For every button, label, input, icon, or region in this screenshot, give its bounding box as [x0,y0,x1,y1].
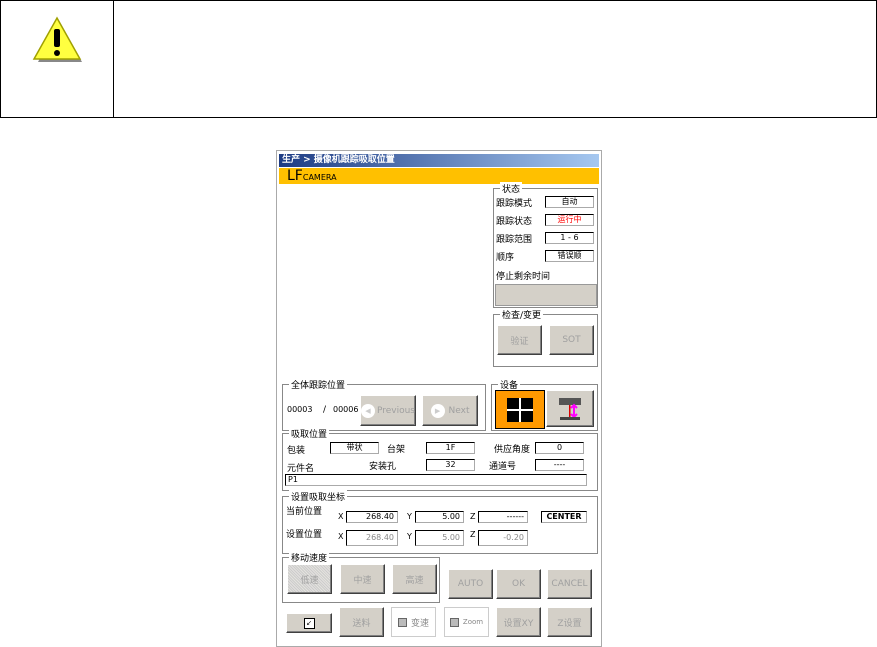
previous-label: Previous [376,405,415,416]
coords-legend: 设置吸取坐标 [289,490,348,503]
divider [113,1,114,117]
tracking-mode: 自动 [545,196,594,208]
label: 包装 [287,446,306,456]
label: 当前位置 [286,507,323,517]
previous-button[interactable]: ◀ Previous [360,395,416,426]
label: Z [470,512,476,521]
set-x[interactable]: 268.40 [346,530,398,546]
separator: / [323,405,327,415]
label: 跟踪状态 [496,217,533,227]
current-z: ------ [478,511,528,523]
coords-group: 设置吸取坐标 当前位置 X 268.40 Y 5.00 Z ------ CEN… [282,490,598,554]
next-button[interactable]: ▶ Next [422,395,478,426]
auto-button[interactable]: AUTO [448,569,493,599]
zoom-label: Zoom [462,618,484,626]
set-xy-button[interactable]: 设置XY [496,607,541,637]
tracking-status: 运行中 [545,214,594,226]
sot-button[interactable]: SOT [549,325,594,355]
label: 通道号 [489,462,517,472]
remaining-time [495,284,597,306]
label: X [338,532,344,541]
next-label: Next [448,405,470,416]
center-field: CENTER [541,511,587,523]
order: 错误顺 [545,250,594,262]
zoom-toggle[interactable]: Zoom [444,607,489,637]
check-legend: 检查/变更 [500,308,544,321]
camera-view-button[interactable] [495,390,545,429]
current-index: 00003 [287,405,313,414]
pickup-group: 吸取位置 包装 带状 台架 1F 供应角度 0 元件名 安装孔 32 通道号 -… [282,427,598,491]
camera-name: LF [287,168,303,184]
label: 台架 [387,445,406,455]
label: 供应角度 [494,445,531,455]
label: 安装孔 [369,462,397,472]
label: Z [470,530,476,539]
current-x: 268.40 [346,511,398,523]
package-field: 带状 [330,442,379,454]
angle-field: 0 [535,442,584,454]
set-z[interactable]: -0.20 [478,530,528,546]
varspeed-label: 变速 [410,618,429,629]
rack-field: 1F [426,442,475,454]
camera-header: LFCAMERA [279,168,599,184]
label: 顺序 [496,253,515,263]
check-group: 检查/变更 验证 SOT [493,308,598,367]
high-speed-button[interactable]: 高速 [392,564,437,594]
label: 元件名 [287,464,315,474]
channel-field: ---- [535,459,584,471]
label: 跟踪范围 [496,235,533,245]
camera-tracking-window: 生产 > 摄像机跟踪吸取位置 LFCAMERA 状态 跟踪模式 自动 跟踪状态 … [276,150,602,647]
status-legend: 状态 [500,182,523,195]
checkbox-icon [449,617,459,627]
label: 跟踪模式 [496,199,533,209]
cancel-button[interactable]: CANCEL [547,569,592,599]
mid-speed-button[interactable]: 中速 [340,564,385,594]
nozzle-icon [559,397,581,420]
status-group: 状态 跟踪模式 自动 跟踪状态 运行中 跟踪范围 1 - 6 顺序 错误顺 停止… [493,182,598,308]
nozzle-button[interactable] [546,390,594,427]
z-set-button[interactable]: Z设置 [547,607,592,637]
label: 设置位置 [286,530,323,540]
speed-legend: 移动速度 [289,551,330,564]
toggle-window-button[interactable]: ↙ [286,613,332,633]
part-name-field: P1 [285,474,587,486]
arrow-right-icon: ▶ [430,403,445,418]
label: Y [407,532,412,541]
grid-icon [507,397,533,422]
checkbox-icon: ↙ [303,617,315,629]
verify-button[interactable]: 验证 [497,325,542,355]
hole-field: 32 [426,459,475,471]
window-title: 生产 > 摄像机跟踪吸取位置 [279,154,599,167]
label: Y [407,512,412,521]
warning-box [0,0,877,118]
checkbox-icon [397,617,407,627]
total-count: 00006 [333,405,359,414]
speed-group: 移动速度 低速 中速 高速 [282,551,440,603]
camera-label: CAMERA [302,173,337,182]
warning-icon [32,16,82,62]
variable-speed-toggle[interactable]: 变速 [391,607,436,637]
set-y[interactable]: 5.00 [415,530,464,546]
tracking-range: 1 - 6 [545,232,594,244]
ok-button[interactable]: OK [496,569,541,599]
device-group: 设备 [491,378,598,431]
feed-button[interactable]: 送料 [339,607,384,637]
current-y: 5.00 [415,511,464,523]
tracking-legend: 全体跟踪位置 [289,378,348,391]
tracking-group: 全体跟踪位置 00003 / 00006 ◀ Previous ▶ Next [282,378,486,431]
arrow-left-icon: ◀ [361,403,375,418]
remaining-label: 停止剩余时间 [496,272,551,282]
pickup-legend: 吸取位置 [289,427,330,440]
low-speed-button[interactable]: 低速 [287,564,332,594]
label: X [338,512,344,521]
